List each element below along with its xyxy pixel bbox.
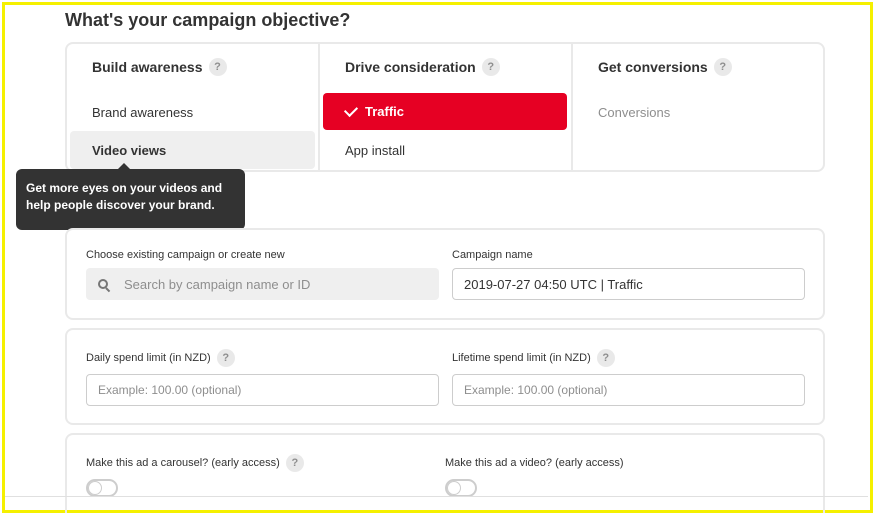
option-label: Conversions <box>598 104 671 120</box>
campaign-search-box[interactable] <box>86 268 439 300</box>
checkmark-icon <box>343 102 359 117</box>
help-icon[interactable]: ? <box>596 349 615 367</box>
existing-campaign-label: Choose existing campaign or create new <box>86 249 285 261</box>
bottom-divider <box>5 496 868 497</box>
option-app-install[interactable]: App install <box>323 132 567 168</box>
carousel-toggle[interactable] <box>86 479 118 497</box>
lifetime-spend-input[interactable] <box>452 374 805 406</box>
lifetime-spend-label: Lifetime spend limit (in NZD) <box>452 352 591 364</box>
option-label: Video views <box>92 142 167 158</box>
toggle-knob <box>88 481 102 495</box>
carousel-label-row: Make this ad a carousel? (early access) … <box>86 454 304 472</box>
campaign-name-label: Campaign name <box>452 249 533 261</box>
video-label: Make this ad a video? (early access) <box>445 457 624 469</box>
carousel-label: Make this ad a carousel? (early access) <box>86 457 280 469</box>
lifetime-spend-label-row: Lifetime spend limit (in NZD) ? <box>452 349 615 367</box>
heading-label: Get conversions <box>598 59 708 75</box>
column-divider <box>318 44 320 170</box>
option-traffic[interactable]: Traffic <box>323 93 567 130</box>
tooltip-line: Get more eyes on your videos and <box>26 181 223 195</box>
daily-spend-input[interactable] <box>86 374 439 406</box>
video-toggle[interactable] <box>445 479 477 497</box>
option-video-views[interactable]: Video views <box>70 131 315 169</box>
heading-drive-consideration: Drive consideration ? <box>345 58 500 76</box>
search-icon <box>98 279 108 289</box>
campaign-name-input[interactable] <box>452 268 805 300</box>
help-icon[interactable]: ? <box>285 454 304 472</box>
help-icon[interactable]: ? <box>481 58 500 76</box>
heading-get-conversions: Get conversions ? <box>598 58 732 76</box>
ad-format-card <box>65 433 825 513</box>
option-label: App install <box>345 142 405 158</box>
option-brand-awareness[interactable]: Brand awareness <box>70 94 315 130</box>
page-title: What's your campaign objective? <box>65 10 351 30</box>
column-divider <box>571 44 573 170</box>
heading-label: Drive consideration <box>345 59 476 75</box>
daily-spend-label-row: Daily spend limit (in NZD) ? <box>86 349 235 367</box>
help-icon[interactable]: ? <box>713 58 732 76</box>
daily-spend-label: Daily spend limit (in NZD) <box>86 352 211 364</box>
option-label: Brand awareness <box>92 104 194 120</box>
heading-label: Build awareness <box>92 59 203 75</box>
toggle-knob <box>447 481 461 495</box>
heading-build-awareness: Build awareness ? <box>92 58 227 76</box>
campaign-search-input[interactable] <box>122 275 426 293</box>
tooltip-line: help people discover your brand. <box>26 198 215 212</box>
help-icon[interactable]: ? <box>216 349 235 367</box>
option-conversions[interactable]: Conversions <box>576 94 820 130</box>
help-icon[interactable]: ? <box>208 58 227 76</box>
option-label: Traffic <box>365 104 405 119</box>
tooltip: Get more eyes on your videos and help pe… <box>16 169 245 230</box>
